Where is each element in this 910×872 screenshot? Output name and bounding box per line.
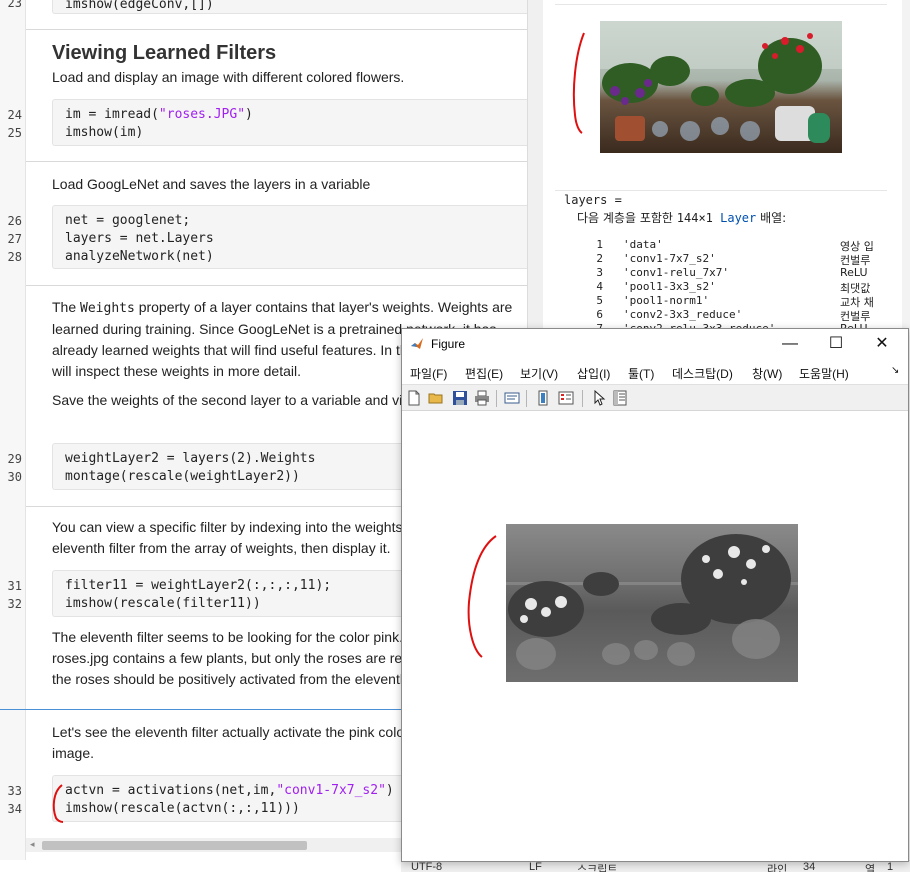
text-paragraph[interactable]: Load and display an image with different… xyxy=(52,67,522,88)
scroll-left-icon[interactable]: ◂ xyxy=(30,839,35,850)
close-button[interactable]: ✕ xyxy=(859,329,905,359)
section-separator xyxy=(26,285,527,286)
matlab-logo-icon xyxy=(411,338,423,349)
eol-label: LF xyxy=(529,861,542,872)
code-line[interactable]: im = imread("roses.JPG") xyxy=(65,107,253,122)
line-number: 30 xyxy=(7,470,22,484)
code-line[interactable]: layers = net.Layers xyxy=(65,231,214,246)
line-label: 라인 xyxy=(767,864,788,872)
code-line[interactable]: imshow(rescale(filter11)) xyxy=(65,596,261,611)
line-number: 34 xyxy=(7,802,22,816)
menu-help[interactable]: 도움말(H) xyxy=(799,365,849,382)
open-file-icon[interactable] xyxy=(428,390,444,406)
toolbar-separator xyxy=(582,390,583,407)
edit-plot-icon[interactable] xyxy=(591,390,607,406)
code-line[interactable]: weightLayer2 = layers(2).Weights xyxy=(65,451,315,466)
window-title: Figure xyxy=(431,337,466,351)
code-block[interactable]: imshow(edgeConv,[]) xyxy=(52,0,527,14)
toolbar-separator xyxy=(526,390,527,407)
line-number: 24 xyxy=(7,108,22,122)
section-heading: Viewing Learned Filters xyxy=(52,42,277,64)
figure-toolbar xyxy=(402,384,908,411)
maximize-button[interactable]: ☐ xyxy=(813,329,859,359)
code-line[interactable]: actvn = activations(net,im,"conv1-7x7_s2… xyxy=(65,783,394,798)
line-number: 29 xyxy=(7,452,22,466)
property-inspector-icon[interactable] xyxy=(612,390,628,406)
output-separator xyxy=(555,4,887,5)
minimize-button[interactable]: — xyxy=(767,329,813,359)
code-line[interactable]: montage(rescale(weightLayer2)) xyxy=(65,469,300,484)
activation-output-image[interactable] xyxy=(506,524,798,682)
line-number: 31 xyxy=(7,579,22,593)
figure-titlebar[interactable]: Figure — ☐ ✕ xyxy=(402,329,908,359)
menu-edit[interactable]: 편집(E) xyxy=(465,365,503,382)
code-line[interactable]: imshow(rescale(actvn(:,:,11))) xyxy=(65,801,300,816)
section-separator xyxy=(26,29,527,30)
output-separator xyxy=(555,190,887,191)
menu-desktop[interactable]: 데스크탑(D) xyxy=(672,365,733,382)
section-separator xyxy=(26,161,527,162)
code-line[interactable]: net = googlenet; xyxy=(65,213,190,228)
menu-view[interactable]: 보기(V) xyxy=(520,365,558,382)
insert-colorbar-icon[interactable] xyxy=(535,390,551,406)
figure-window[interactable]: Figure — ☐ ✕ 파일(F) 편집(E) 보기(V) 삽입(I) 툴(T… xyxy=(401,328,909,862)
code-block[interactable]: im = imread("roses.JPG") imshow(im) xyxy=(52,99,527,146)
code-line[interactable]: imshow(edgeConv,[]) xyxy=(65,0,214,12)
red-annotation-mark xyxy=(467,535,497,658)
new-figure-icon[interactable] xyxy=(406,390,422,406)
toolbar-separator xyxy=(496,390,497,407)
mode-label: 스크립트 xyxy=(577,864,618,872)
line-number: 33 xyxy=(7,784,22,798)
red-annotation-mark xyxy=(52,784,64,823)
code-line[interactable]: analyzeNetwork(net) xyxy=(65,249,214,264)
insert-legend-icon[interactable] xyxy=(558,390,574,406)
menu-window[interactable]: 창(W) xyxy=(752,365,782,382)
line-number: 28 xyxy=(7,250,22,264)
col-value: 1 xyxy=(887,861,894,872)
link-plot-icon[interactable] xyxy=(504,390,520,406)
figure-canvas[interactable] xyxy=(402,412,908,861)
figure-menubar: 파일(F) 편집(E) 보기(V) 삽입(I) 툴(T) 데스크탑(D) 창(W… xyxy=(402,360,908,384)
line-number: 25 xyxy=(7,126,22,140)
roses-output-image[interactable] xyxy=(600,21,842,153)
print-icon[interactable] xyxy=(474,390,490,406)
line-value: 34 xyxy=(803,861,816,872)
line-number: 32 xyxy=(7,597,22,611)
code-line[interactable]: filter11 = weightLayer2(:,:,:,11); xyxy=(65,578,331,593)
array-description: 다음 계층을 포함한 144×1 Layer 배열: xyxy=(577,211,787,225)
line-number: 23 xyxy=(7,0,22,10)
save-icon[interactable] xyxy=(452,390,468,406)
menu-insert[interactable]: 삽입(I) xyxy=(577,365,610,382)
code-line[interactable]: imshow(im) xyxy=(65,125,143,140)
menu-tools[interactable]: 툴(T) xyxy=(628,365,654,382)
menu-file[interactable]: 파일(F) xyxy=(410,365,447,382)
line-number: 27 xyxy=(7,232,22,246)
scrollbar-thumb[interactable] xyxy=(42,841,307,850)
variable-name: layers = xyxy=(564,193,622,207)
col-label: 열 xyxy=(865,864,876,872)
encoding-label: UTF-8 xyxy=(411,861,443,872)
red-annotation-mark xyxy=(572,32,585,134)
line-number: 26 xyxy=(7,214,22,228)
text-paragraph[interactable]: Load GoogLeNet and saves the layers in a… xyxy=(52,174,522,195)
code-block[interactable]: net = googlenet; layers = net.Layers ana… xyxy=(52,205,527,269)
menu-overflow-icon[interactable]: ↘ xyxy=(891,365,899,376)
